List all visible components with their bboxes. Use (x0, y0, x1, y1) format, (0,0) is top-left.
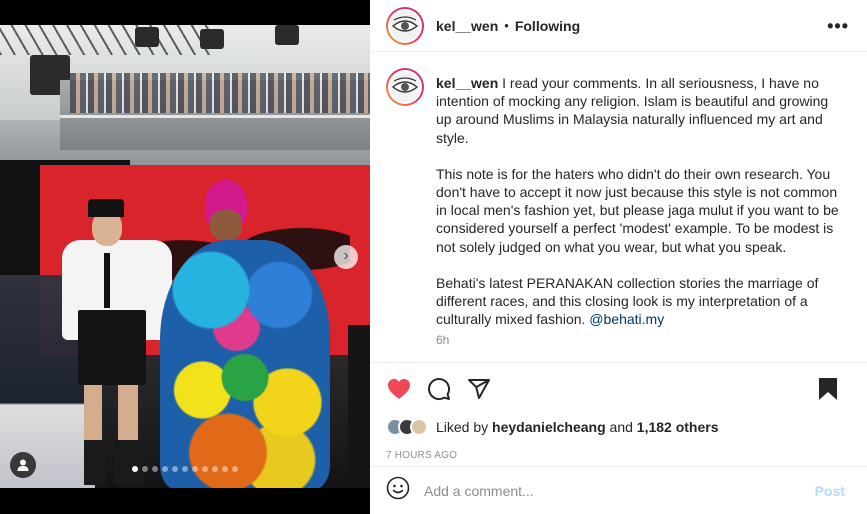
comment-input[interactable] (424, 482, 814, 499)
model-tie (104, 253, 110, 308)
balcony-rail (60, 115, 370, 118)
chevron-right-icon[interactable]: › (334, 245, 358, 269)
model-face (210, 210, 242, 240)
likes-count[interactable]: 1,182 others (637, 419, 719, 435)
carousel-dot[interactable] (222, 466, 228, 472)
heart-filled-icon[interactable] (386, 376, 412, 402)
author-username[interactable]: kel__wen (436, 18, 498, 34)
liked-by-prefix: Liked by (436, 419, 493, 435)
liker-username[interactable]: heydanielcheang (492, 419, 606, 435)
model-hat (88, 199, 124, 217)
comment-bar: Post (370, 466, 867, 514)
likes-and: and (605, 419, 637, 435)
separator-dot: • (504, 18, 509, 33)
peranakan-costume (160, 240, 330, 488)
likes-row: Liked by heydanielcheang and 1,182 other… (386, 418, 719, 436)
carousel-dot[interactable] (172, 466, 178, 472)
carousel-dots (0, 466, 370, 472)
model-skirt (78, 310, 146, 385)
carousel-dot[interactable] (182, 466, 188, 472)
stage-light (135, 27, 159, 47)
carousel-dot[interactable] (232, 466, 238, 472)
carousel-dot[interactable] (202, 466, 208, 472)
carousel-dot[interactable] (162, 466, 168, 472)
model-legs (84, 385, 138, 445)
stage-light (275, 25, 299, 45)
audience-right (348, 325, 370, 488)
post-button[interactable]: Post (815, 483, 845, 499)
post-header: kel__wen • Following ••• (370, 0, 867, 52)
carousel-dot[interactable] (132, 466, 138, 472)
stage-light (200, 29, 224, 49)
eye-sketch-icon (391, 77, 419, 93)
bookmark-filled-icon[interactable] (815, 376, 841, 402)
liker-avatar[interactable] (410, 418, 428, 436)
carousel-dot[interactable] (212, 466, 218, 472)
lighting-truss (0, 25, 210, 55)
model-boots (84, 440, 144, 485)
mention-link[interactable]: @behati.my (589, 311, 664, 327)
post-panel: kel__wen • Following ••• kel__wen I read… (370, 0, 867, 514)
carousel-dot[interactable] (142, 466, 148, 472)
more-horizontal-icon[interactable]: ••• (827, 16, 849, 37)
caption-avatar[interactable] (386, 68, 424, 106)
user-tag-icon[interactable] (10, 452, 36, 478)
avatar-image (388, 70, 422, 104)
post-media[interactable]: › (0, 0, 370, 514)
post-timestamp[interactable]: 7 HOURS AGO (386, 450, 457, 461)
action-bar (370, 362, 867, 414)
post-photo (0, 25, 370, 488)
caption-paragraph: Behati's latest PERANAKAN collection sto… (436, 274, 846, 329)
share-icon[interactable] (466, 376, 492, 402)
likes-text: Liked by heydanielcheang and 1,182 other… (436, 419, 719, 435)
carousel-dot[interactable] (152, 466, 158, 472)
carousel-dot[interactable] (192, 466, 198, 472)
balcony-crowd (70, 73, 370, 113)
caption-username[interactable]: kel__wen (436, 75, 498, 91)
avatar-image (388, 8, 422, 43)
author-avatar[interactable] (386, 6, 424, 45)
caption-time[interactable]: 6h (436, 333, 449, 347)
smiley-icon[interactable] (386, 476, 410, 505)
eye-sketch-icon (391, 15, 419, 32)
comment-icon[interactable] (426, 376, 452, 402)
caption-paragraph: kel__wen I read your comments. In all se… (436, 74, 846, 147)
caption-text: kel__wen I read your comments. In all se… (436, 74, 846, 346)
caption-paragraph-2: This note is for the haters who didn't d… (436, 165, 839, 255)
following-button[interactable]: Following (515, 18, 580, 34)
